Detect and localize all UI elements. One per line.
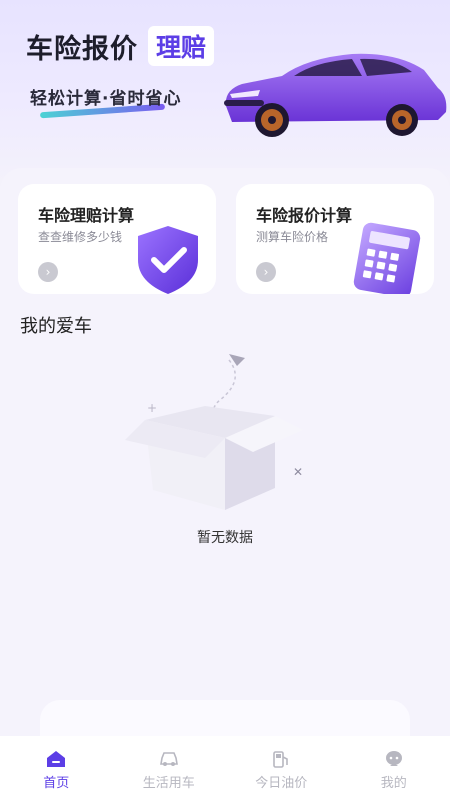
- quote-calc-subtitle: 测算车险价格: [256, 230, 329, 244]
- car-illustration: [224, 53, 447, 137]
- arrow-right-icon[interactable]: ›: [256, 262, 276, 282]
- hero-banner: 车险报价 理赔 轻松计算·省时省心: [0, 0, 450, 185]
- quote-calc-title: 车险报价计算: [256, 206, 353, 225]
- tab-mine-label: 我的: [380, 776, 407, 791]
- shield-check-icon: [138, 226, 198, 294]
- tab-mine[interactable]: 我的: [338, 736, 450, 800]
- bottom-fade: [40, 700, 410, 740]
- empty-state-text: 暂无数据: [197, 530, 253, 546]
- empty-box-icon: + + ✕: [125, 354, 303, 510]
- car-icon: [159, 752, 178, 766]
- hero-subtitle: 轻松计算·省时省心: [30, 89, 182, 109]
- svg-text:✕: ✕: [293, 465, 303, 479]
- calculator-icon: [353, 222, 421, 294]
- arrow-right-icon[interactable]: ›: [38, 262, 58, 282]
- tab-oil-price[interactable]: 今日油价: [225, 736, 338, 800]
- claim-calc-title: 车险理赔计算: [38, 206, 135, 225]
- bottom-tab-bar: 首页 生活用车 今日油价 我的: [0, 736, 450, 800]
- tab-car-life[interactable]: 生活用车: [113, 736, 226, 800]
- svg-text:+: +: [147, 401, 157, 415]
- tab-car-life-label: 生活用车: [142, 776, 195, 791]
- hero-title: 车险报价 理赔: [26, 26, 215, 66]
- claim-calc-subtitle: 查查维修多少钱: [38, 230, 123, 244]
- my-car-title: 我的爱车: [20, 316, 92, 337]
- hero-title-text: 车险报价: [26, 33, 138, 65]
- tab-home-label: 首页: [43, 776, 70, 791]
- fuel-icon: [273, 751, 289, 768]
- home-icon: [47, 751, 66, 767]
- profile-icon: [385, 751, 402, 766]
- claim-calc-card[interactable]: 车险理赔计算 查查维修多少钱 ›: [18, 184, 216, 294]
- tab-oil-price-label: 今日油价: [255, 776, 308, 791]
- quote-calc-card[interactable]: 车险报价计算 测算车险价格 ›: [236, 184, 434, 294]
- tab-home[interactable]: 首页: [0, 736, 113, 800]
- hero-title-highlight: 理赔: [148, 26, 215, 66]
